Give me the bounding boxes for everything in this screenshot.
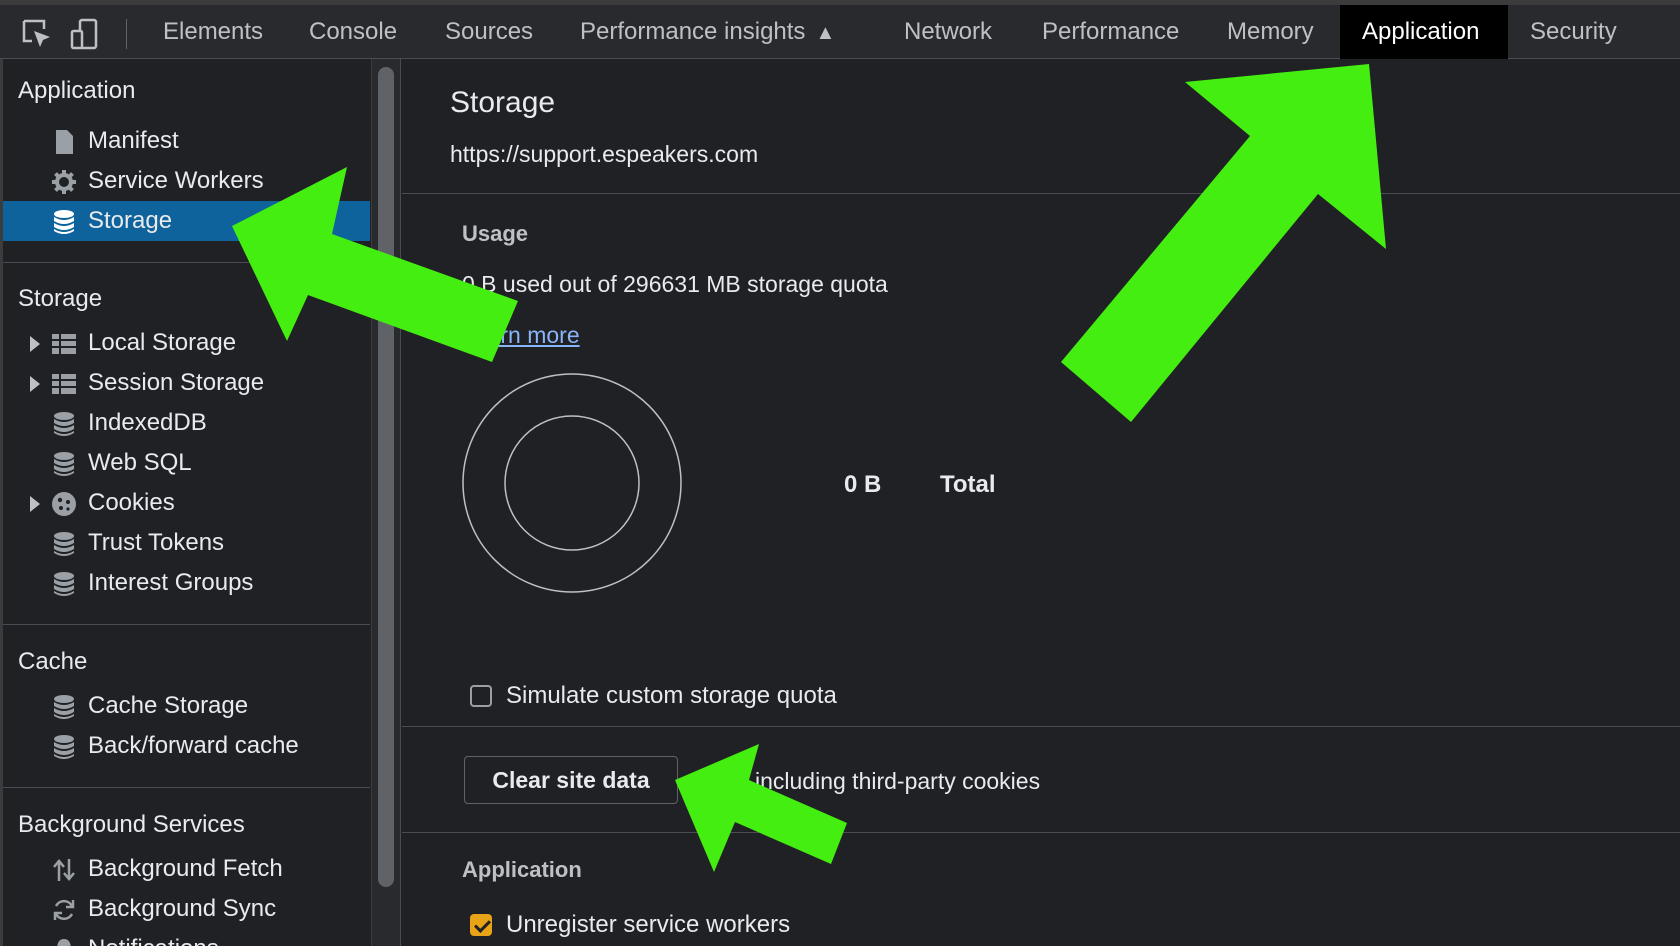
sidebar-item-label: Cache Storage [88, 692, 249, 719]
sidebar-item-label: Storage [88, 207, 173, 234]
devtools-tab-bar: Elements Console Sources Performance ins… [0, 0, 1680, 59]
database-icon [54, 210, 74, 234]
clear-site-data-button[interactable]: Clear site data [464, 756, 678, 804]
usage-section-title: Usage [462, 221, 529, 246]
section-divider [402, 832, 1680, 833]
sidebar-item-session-storage[interactable]: Session Storage [3, 363, 370, 403]
sidebar-item-label: IndexedDB [88, 409, 207, 436]
database-icon [54, 695, 74, 719]
database-icon [54, 735, 74, 759]
sidebar-section-background-services: Background Services [18, 811, 245, 838]
sidebar-item-label: Web SQL [88, 449, 192, 476]
sidebar-item-cache-storage[interactable]: Cache Storage [3, 686, 370, 726]
storage-panel: Storage https://support.espeakers.com Us… [402, 59, 1680, 946]
table-icon [52, 374, 76, 394]
sidebar-item-label: Notifications [88, 929, 219, 946]
application-section-title: Application [462, 857, 582, 882]
file-icon [56, 130, 73, 154]
usage-summary: 0 B used out of 296631 MB storage quota [462, 271, 888, 297]
sidebar-item-local-storage[interactable]: Local Storage [3, 323, 370, 363]
sidebar-item-manifest[interactable]: Manifest [3, 121, 370, 161]
sidebar-divider [3, 624, 370, 625]
tab-network[interactable]: Network [882, 5, 1014, 59]
device-toolbar-icon[interactable] [68, 17, 102, 51]
tab-performance[interactable]: Performance [1020, 5, 1201, 59]
simulate-quota-checkbox[interactable] [470, 685, 492, 707]
flask-icon: ▲ [815, 22, 836, 44]
sidebar-item-back-forward-cache[interactable]: Back/forward cache [3, 726, 370, 766]
usage-pie-chart [462, 373, 682, 593]
sidebar-section-cache: Cache [18, 648, 88, 675]
sidebar-item-indexeddb[interactable]: IndexedDB [3, 403, 370, 443]
sidebar-section-application: Application [18, 77, 136, 104]
database-icon [54, 572, 74, 596]
sidebar-item-notifications[interactable]: Notifications [3, 929, 370, 946]
sidebar-section-storage: Storage [18, 285, 103, 312]
sidebar-item-label: Background Sync [88, 895, 277, 922]
sidebar-divider [3, 787, 370, 788]
database-icon [54, 412, 74, 436]
sidebar-item-storage[interactable]: Storage [3, 201, 370, 241]
sidebar-item-label: Trust Tokens [88, 529, 225, 556]
sidebar-item-label: Interest Groups [88, 569, 254, 596]
sidebar-item-background-sync[interactable]: Background Sync [3, 889, 370, 929]
sidebar-item-service-workers[interactable]: Service Workers [3, 161, 370, 201]
usage-total-value: 0 B [844, 471, 882, 498]
table-icon [52, 334, 76, 354]
origin-url: https://support.espeakers.com [450, 141, 759, 167]
sidebar-item-label: Background Fetch [88, 855, 283, 882]
sidebar-item-label: Cookies [88, 489, 175, 516]
cookie-icon [52, 492, 76, 516]
toolbar-separator [126, 19, 127, 49]
tab-performance-insights-label: Performance insights [580, 18, 806, 45]
sidebar-scrollbar[interactable] [371, 59, 401, 946]
database-icon [54, 452, 74, 476]
inspect-element-icon[interactable] [20, 17, 54, 51]
bell-icon [57, 939, 71, 946]
sidebar-item-web-sql[interactable]: Web SQL [3, 443, 370, 483]
usage-total-label: Total [940, 471, 996, 498]
sidebar-divider [3, 262, 370, 263]
sidebar-item-label: Manifest [88, 127, 179, 154]
tab-sources[interactable]: Sources [423, 5, 555, 59]
section-divider [402, 726, 1680, 727]
application-sidebar: Application Manifest Service Workers Sto… [0, 59, 370, 946]
learn-more-link[interactable]: Learn more [462, 322, 580, 349]
third-party-cookies-label: including third-party cookies [755, 768, 1041, 794]
sidebar-item-trust-tokens[interactable]: Trust Tokens [3, 523, 370, 563]
expand-arrow-icon[interactable] [30, 376, 40, 392]
unregister-service-workers-label: Unregister service workers [506, 911, 791, 938]
sidebar-item-label: Local Storage [88, 329, 237, 356]
tab-elements[interactable]: Elements [141, 5, 285, 59]
sidebar-item-cookies[interactable]: Cookies [3, 483, 370, 523]
sidebar-item-label: Back/forward cache [88, 732, 299, 759]
tab-performance-insights[interactable]: Performance insights ▲ [558, 5, 857, 59]
sidebar-item-background-fetch[interactable]: Background Fetch [3, 849, 370, 889]
up-down-arrows-icon [53, 859, 75, 881]
tab-console[interactable]: Console [287, 5, 419, 59]
tab-application[interactable]: Application [1340, 5, 1508, 59]
sidebar-item-label: Session Storage [88, 369, 265, 396]
sync-icon [53, 899, 75, 921]
section-divider [402, 193, 1680, 194]
simulate-quota-label: Simulate custom storage quota [506, 682, 837, 709]
sidebar-scrollbar-thumb[interactable] [378, 67, 394, 887]
gear-icon [52, 170, 76, 194]
expand-arrow-icon[interactable] [30, 336, 40, 352]
page-title: Storage [450, 86, 556, 119]
unregister-service-workers-checkbox[interactable] [470, 914, 492, 936]
sidebar-item-label: Service Workers [88, 167, 264, 194]
database-icon [54, 532, 74, 556]
expand-arrow-icon[interactable] [30, 496, 40, 512]
tab-security[interactable]: Security [1508, 5, 1639, 59]
sidebar-item-interest-groups[interactable]: Interest Groups [3, 563, 370, 603]
tab-memory[interactable]: Memory [1205, 5, 1336, 59]
